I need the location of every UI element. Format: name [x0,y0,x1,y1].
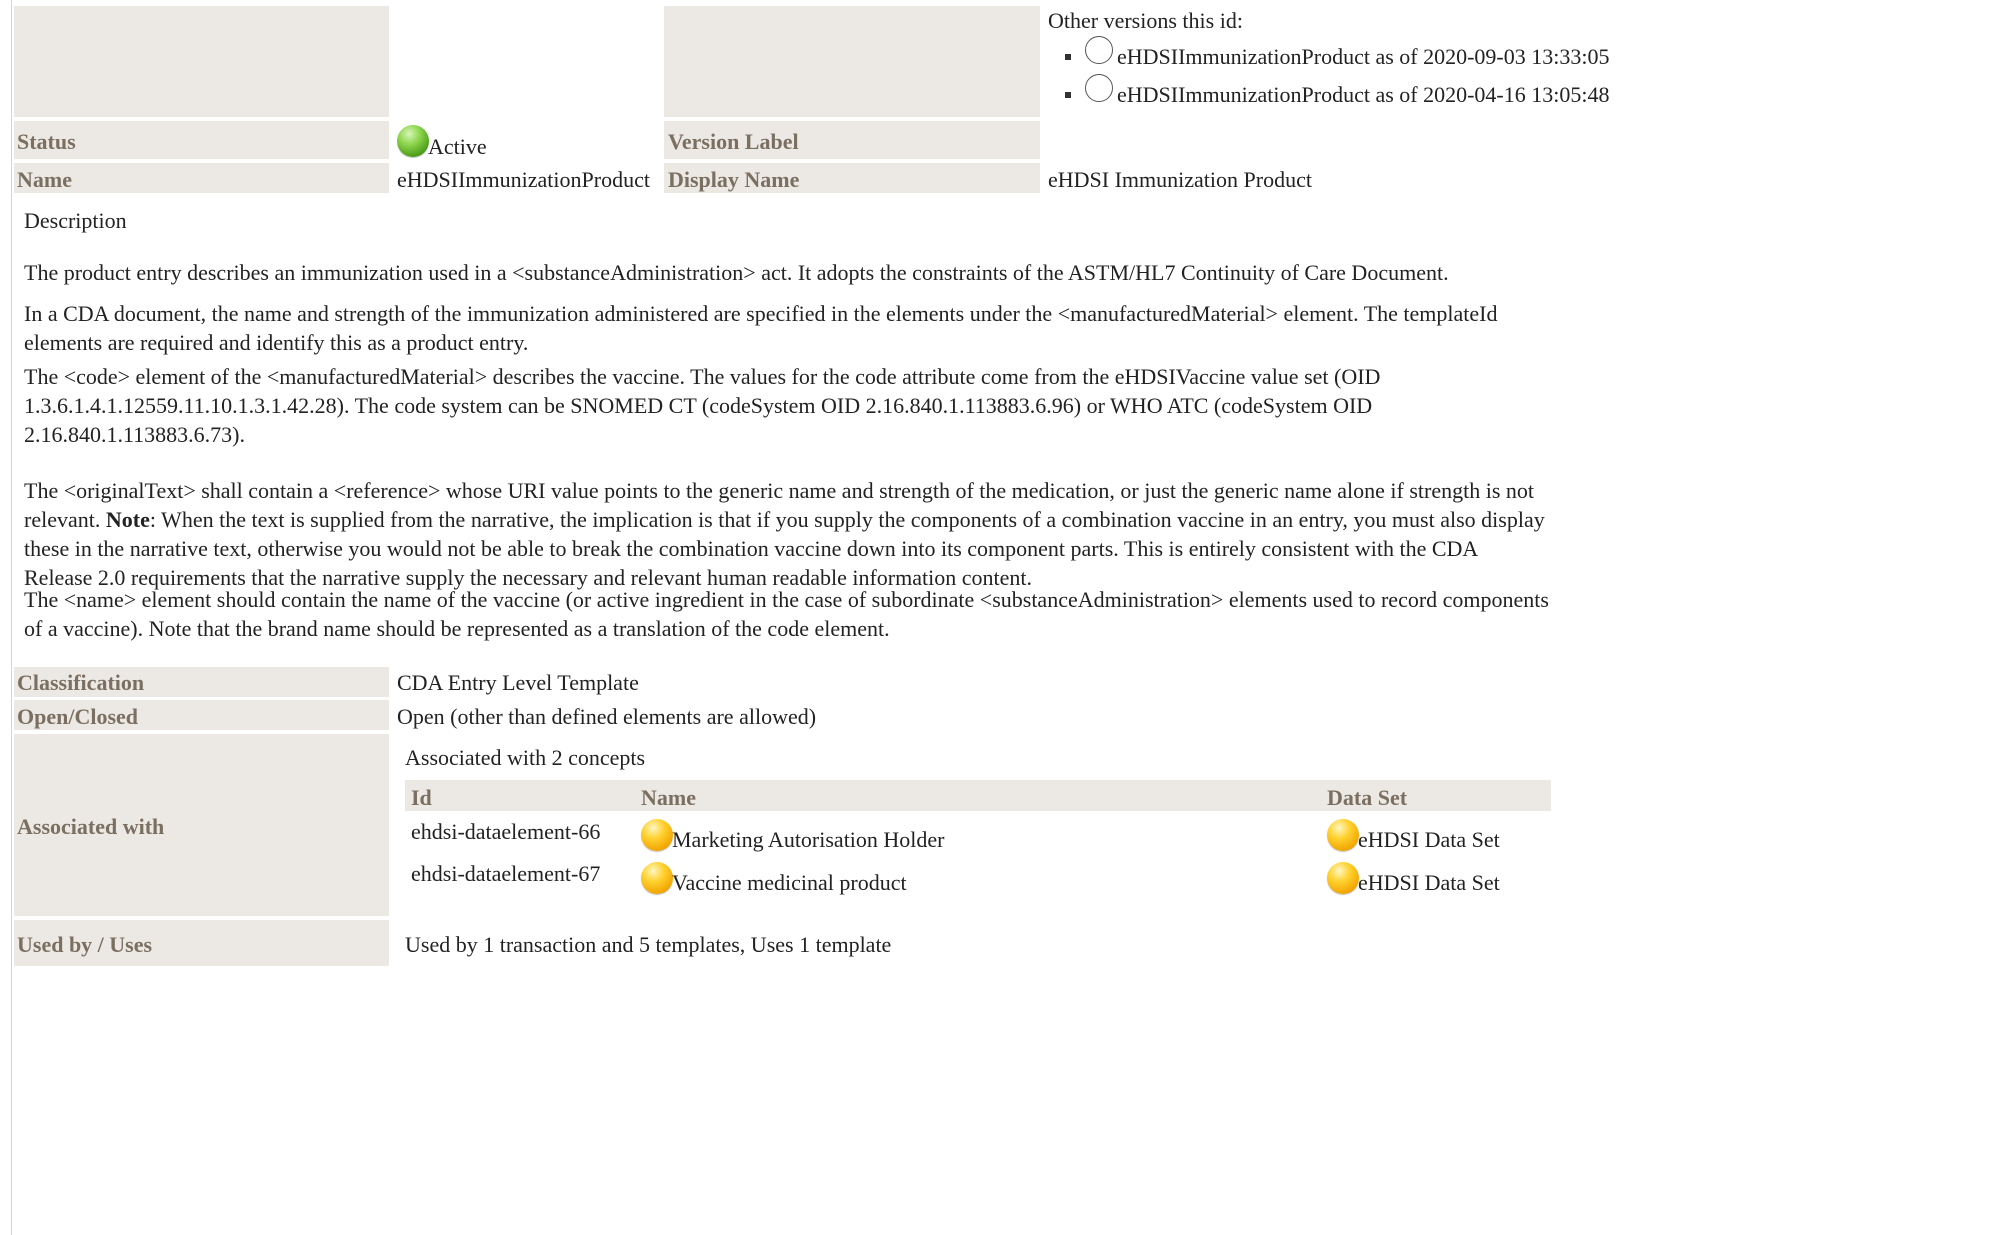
concept-id[interactable]: ehdsi-dataelement-67 [411,863,600,885]
concept-dataset[interactable]: eHDSI Data Set [1358,872,1500,894]
concept-ball-icon [641,862,673,894]
classification-label: Classification [17,670,145,695]
description-paragraph: The <name> element should contain the na… [24,587,1549,641]
status-label: Status [17,129,76,154]
green-status-ball-icon [397,125,429,157]
display-name-value: eHDSI Immunization Product [1048,167,1312,192]
bullet-icon [1065,92,1071,98]
status-value: Active [428,134,487,159]
concept-ball-icon [641,819,673,851]
version-label: Version Label [668,129,799,154]
description-text: : When the text is supplied from the nar… [24,507,1545,590]
name-label: Name [17,167,72,192]
other-version-link[interactable]: eHDSIImmunizationProduct as of 2020-04-1… [1117,84,1610,106]
column-header-dataset: Data Set [1327,785,1408,810]
radio-circle-icon[interactable] [1085,74,1113,102]
description-paragraph: The <code> element of the <manufacturedM… [24,364,1381,447]
header-block-left [14,6,389,117]
used-by-label: Used by / Uses [17,932,153,957]
other-version-link[interactable]: eHDSIImmunizationProduct as of 2020-09-0… [1117,46,1610,68]
column-header-id: Id [411,785,432,810]
display-name-label: Display Name [668,167,800,192]
classification-value: CDA Entry Level Template [397,670,639,695]
column-header-name: Name [641,785,696,810]
template-detail-page: { "colors": { "label_background": "#ece9… [0,0,2004,1235]
used-by-value: Used by 1 transaction and 5 templates, U… [405,932,892,957]
associated-summary: Associated with 2 concepts [405,745,646,770]
open-closed-label: Open/Closed [17,704,139,729]
description-paragraph: The product entry describes an immunizat… [24,260,1449,285]
dataset-ball-icon [1327,862,1359,894]
left-border [11,0,12,1235]
description-paragraph: The <originalText> shall contain a <refe… [24,476,1549,592]
radio-circle-icon[interactable] [1085,36,1113,64]
description-paragraph: In a CDA document, the name and strength… [24,301,1498,355]
header-block-middle [664,6,1040,117]
dataset-ball-icon [1327,819,1359,851]
concept-id[interactable]: ehdsi-dataelement-66 [411,821,600,843]
open-closed-value: Open (other than defined elements are al… [397,704,817,729]
concept-name[interactable]: Vaccine medicinal product [672,872,907,894]
bullet-icon [1065,54,1071,60]
name-value: eHDSIImmunizationProduct [397,167,650,192]
associated-label: Associated with [17,814,165,839]
description-heading: Description [24,208,127,233]
other-versions-heading: Other versions this id: [1048,8,1243,33]
concept-dataset[interactable]: eHDSI Data Set [1358,829,1500,851]
concept-name[interactable]: Marketing Autorisation Holder [672,829,945,851]
note-label: Note [105,507,150,532]
